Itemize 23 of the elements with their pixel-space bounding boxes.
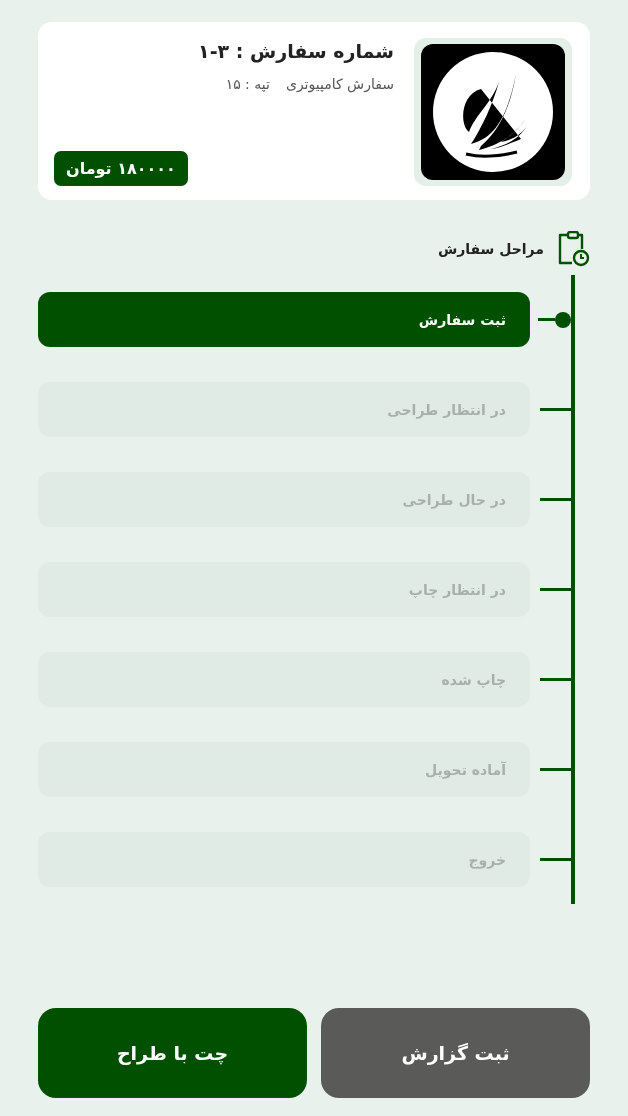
stage-item[interactable]: خروج [38,832,530,887]
hill-number: تپه : ۱۵ [225,76,270,92]
stages-title: مراحل سفارش [437,241,544,257]
order-category: سفارش کامپیوتری [285,76,394,92]
stage-item[interactable]: چاپ شده [38,652,530,707]
step-connector [540,498,571,501]
stage-item[interactable]: در حال طراحی [38,472,530,527]
stage-item[interactable]: در انتظار چاپ [38,562,530,617]
step-connector [540,408,571,411]
step-connector [540,768,571,771]
step-connector [538,311,571,328]
step-connector [540,588,571,591]
stage-item[interactable]: ثبت سفارش [38,292,530,347]
order-number: شماره سفارش : ۳-۱ [198,40,394,62]
step-connector [540,678,571,681]
price-badge: ۱۸۰۰۰۰ تومان [54,151,188,186]
clipboard-clock-icon [556,231,590,267]
stage-item[interactable]: در انتظار طراحی [38,382,530,437]
chat-button[interactable]: چت با طراح [38,1008,307,1098]
stage-item[interactable]: آماده تحویل [38,742,530,797]
step-connector [540,858,571,861]
wing-logo-icon [421,44,565,180]
report-button[interactable]: ثبت گزارش [321,1008,590,1098]
